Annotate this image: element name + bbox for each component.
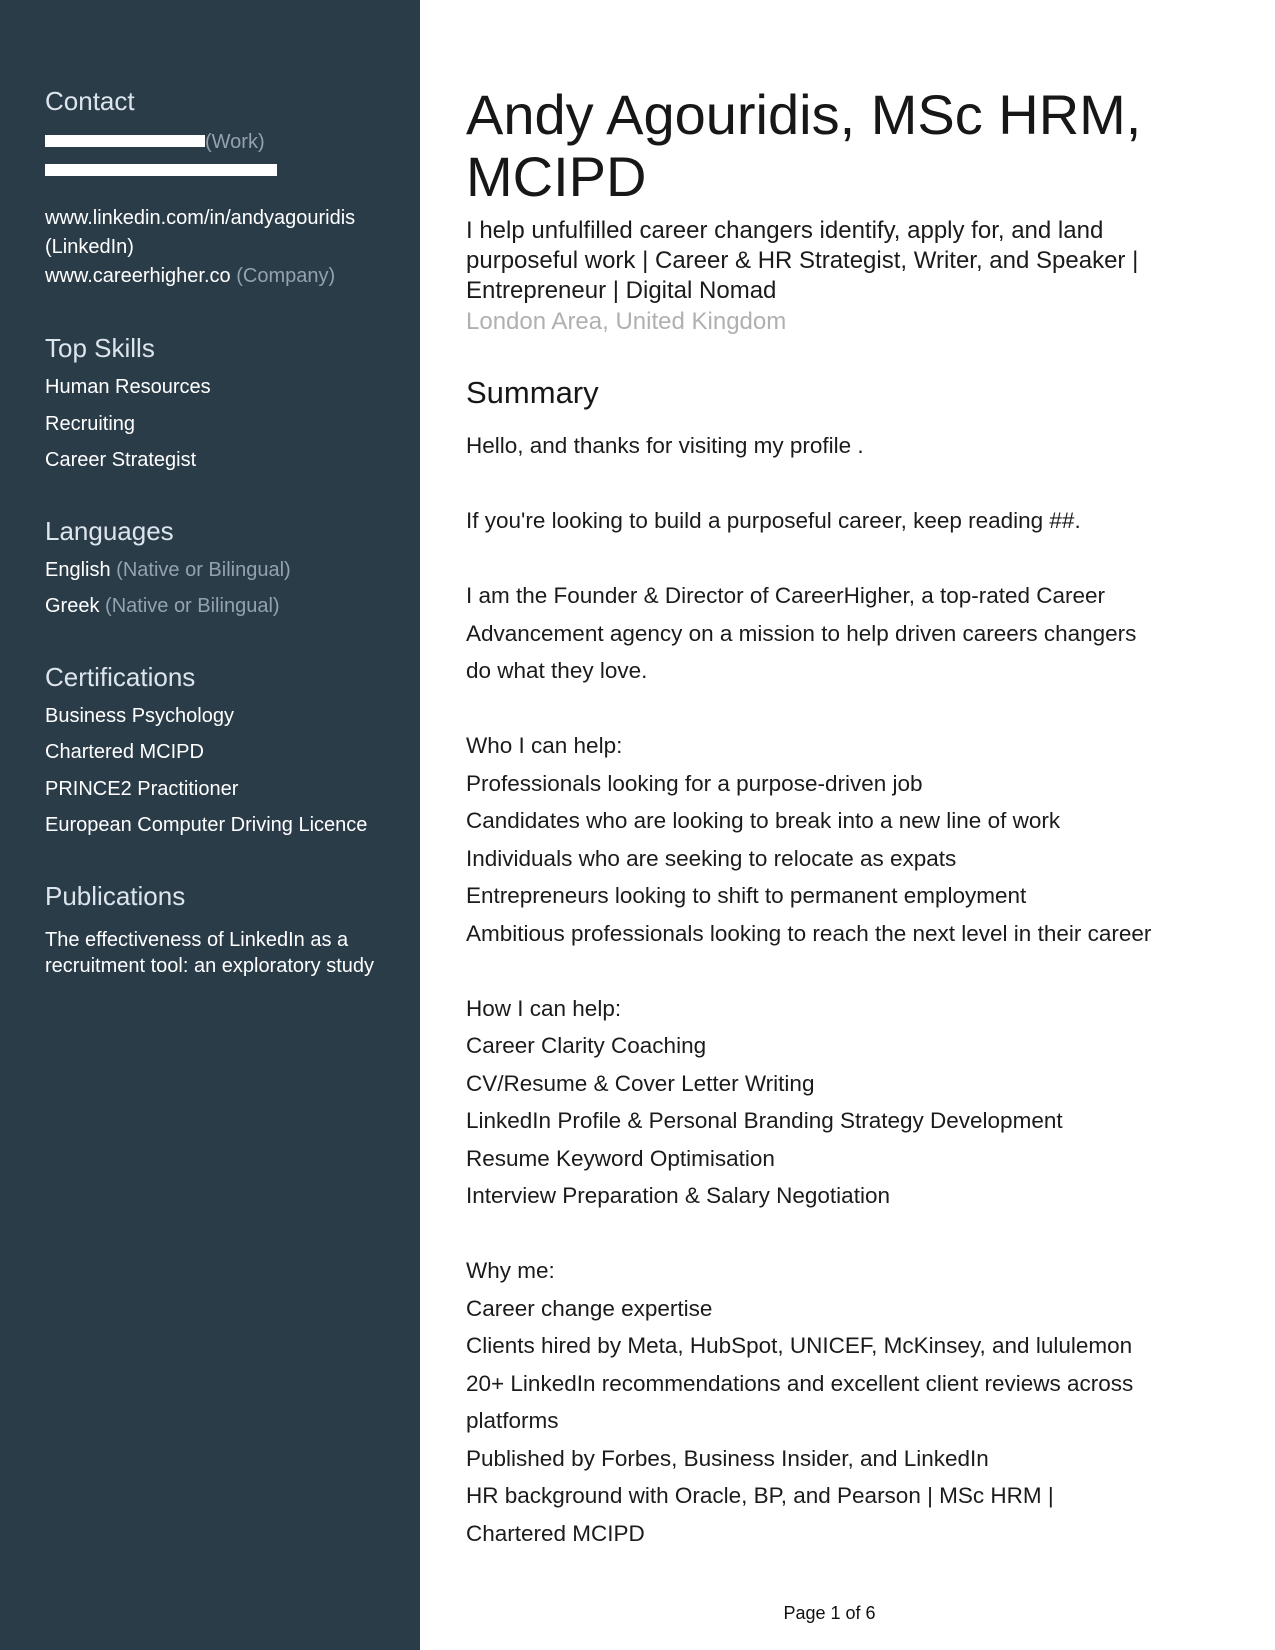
profile-name-line: Andy Agouridis, MSc HRM,: [466, 83, 1142, 146]
language-name: Greek: [45, 595, 100, 617]
summary-line: [466, 540, 1246, 578]
summary-line: Candidates who are looking to break into…: [466, 808, 1061, 833]
page-footer: Page 1 of 6: [0, 1603, 1275, 1624]
publication-title-line: recruitment tool: an exploratory study: [45, 954, 375, 977]
linkedin-link[interactable]: www.linkedin.com/in/andyagouridis: [45, 204, 415, 233]
summary-line: Resume Keyword Optimisation: [466, 1145, 775, 1171]
skill-item: Human Resources: [45, 376, 211, 398]
website-label: (Company): [236, 265, 336, 287]
certification-item: Chartered MCIPD: [45, 741, 204, 763]
summary-line: Who I can help:: [466, 733, 623, 758]
summary-line: Published by Forbes, Business Insider, a…: [466, 1445, 989, 1471]
publication-title-line: The effectiveness of LinkedIn as a: [45, 928, 349, 951]
certification-item: European Computer Driving Licence: [45, 814, 368, 836]
email-line: [45, 157, 415, 186]
summary-line: 20+ LinkedIn recommendations and excelle…: [466, 1370, 1134, 1396]
language-level: (Native or Bilingual): [105, 595, 280, 617]
sidebar-content: Contact (Work) www.linkedin.com/in/andya…: [45, 86, 415, 979]
phone-line: (Work): [45, 128, 415, 157]
redacted-phone: [45, 134, 205, 147]
languages-heading: Languages: [45, 515, 174, 546]
headline-line: Entrepreneur | Digital Nomad: [466, 277, 777, 304]
website-line: www.careerhigher.co (Company): [45, 262, 415, 291]
summary-line: CV/Resume & Cover Letter Writing: [466, 1070, 815, 1096]
sidebar: Contact (Work) www.linkedin.com/in/andya…: [0, 0, 420, 1650]
summary-line: Ambitious professionals looking to reach…: [466, 920, 1152, 946]
summary-body: Hello, and thanks for visiting my profil…: [466, 427, 1246, 1552]
summary-line: LinkedIn Profile & Personal Branding Str…: [466, 1108, 1063, 1133]
summary-line: I am the Founder & Director of CareerHig…: [466, 583, 1106, 608]
summary-line: Individuals who are seeking to relocate …: [466, 845, 957, 871]
certification-item: Business Psychology: [45, 704, 234, 727]
summary-line: Interview Preparation & Salary Negotiati…: [466, 1183, 890, 1208]
summary-line: do what they love.: [466, 658, 648, 683]
summary-line: platforms: [466, 1408, 559, 1433]
certification-item: PRINCE2 Practitioner: [45, 777, 239, 800]
summary-line: Chartered MCIPD: [466, 1520, 645, 1546]
summary-line: [466, 465, 1246, 503]
skill-item: Career Strategist: [45, 449, 197, 471]
summary-heading: Summary: [466, 375, 599, 410]
certifications-section: Certifications Business Psychology Chart…: [45, 662, 415, 844]
summary-line: Career change expertise: [466, 1295, 713, 1321]
summary-line: [466, 690, 1246, 728]
languages-section: Languages English (Native or Bilingual) …: [45, 516, 415, 625]
headline-line: I help unfulfilled career changers ident…: [466, 217, 1104, 244]
top-skills-section: Top Skills Human Resources Recruiting Ca…: [45, 333, 415, 479]
language-level: (Native or Bilingual): [116, 558, 291, 581]
contact-heading: Contact: [45, 86, 135, 116]
contact-section: Contact (Work) www.linkedin.com/in/andya…: [45, 86, 415, 291]
summary-line: Hello, and thanks for visiting my profil…: [466, 433, 864, 458]
language-item: Greek (Native or Bilingual): [45, 588, 415, 625]
redacted-email: [45, 163, 277, 176]
summary-line: Clients hired by Meta, HubSpot, UNICEF, …: [466, 1333, 1133, 1358]
summary-line: If you're looking to build a purposeful …: [466, 508, 1081, 533]
main-content: Andy Agouridis, MSc HRM, MCIPD I help un…: [466, 84, 1246, 1552]
summary-line: [466, 952, 1246, 990]
skill-item: Recruiting: [45, 412, 136, 435]
summary-line: [466, 1215, 1246, 1253]
summary-line: Advancement agency on a mission to help …: [466, 620, 1137, 646]
profile-name-line: MCIPD: [466, 145, 647, 208]
publications-heading: Publications: [45, 880, 186, 911]
summary-line: HR background with Oracle, BP, and Pears…: [466, 1483, 1054, 1508]
certifications-heading: Certifications: [45, 661, 196, 692]
summary-line: Why me:: [466, 1258, 555, 1283]
language-name: English: [45, 558, 111, 581]
publications-section: Publications The effectiveness of Linked…: [45, 881, 415, 979]
profile-headline: I help unfulfilled career changers ident…: [466, 216, 1246, 306]
summary-line: Career Clarity Coaching: [466, 1033, 707, 1058]
website-link[interactable]: www.careerhigher.co: [45, 265, 231, 287]
top-skills-heading: Top Skills: [45, 333, 155, 363]
phone-label: (Work): [205, 131, 265, 153]
linkedin-label: (LinkedIn): [45, 236, 134, 258]
profile-location: London Area, United Kingdom: [466, 308, 787, 335]
language-item: English (Native or Bilingual): [45, 552, 415, 589]
summary-line: How I can help:: [466, 995, 622, 1021]
profile-name: Andy Agouridis, MSc HRM, MCIPD: [466, 84, 1246, 208]
page-number: Page 1 of 6: [783, 1603, 876, 1623]
summary-line: Entrepreneurs looking to shift to perman…: [466, 883, 1027, 908]
summary-line: Professionals looking for a purpose-driv…: [466, 770, 923, 796]
headline-line: purposeful work | Career & HR Strategist…: [466, 247, 1139, 274]
